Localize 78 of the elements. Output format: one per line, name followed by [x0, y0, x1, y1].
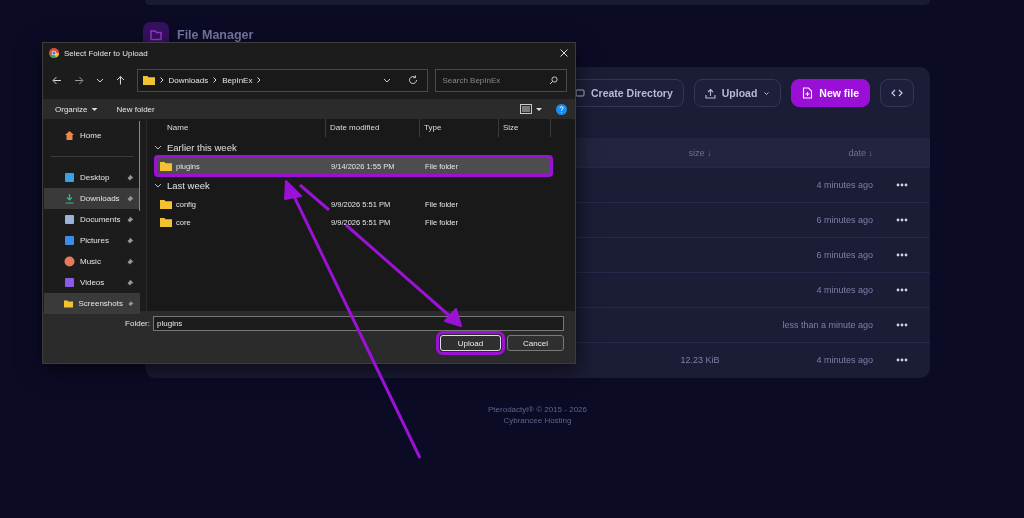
chevron-icon	[154, 144, 162, 150]
more-icon[interactable]	[895, 253, 908, 257]
dialog-button[interactable]: Cancel	[507, 335, 564, 351]
browser-logo-icon	[49, 48, 59, 58]
pin-icon	[127, 195, 134, 202]
caret-icon	[763, 89, 771, 97]
nav-item[interactable]: Screenshots	[44, 293, 140, 314]
more-icon[interactable]	[895, 183, 908, 187]
pin-icon	[127, 279, 134, 286]
nav-item[interactable]: Home	[44, 125, 140, 146]
folder-label: Folder:	[125, 319, 150, 328]
refresh-icon[interactable]	[408, 75, 419, 85]
file-size: 12.23 KiB	[680, 355, 720, 365]
chevron-down-icon[interactable]	[383, 77, 392, 83]
pin-icon	[127, 237, 134, 244]
back-icon[interactable]	[52, 75, 62, 85]
file-date: 6 minutes ago	[816, 215, 873, 225]
chevron-right-icon	[213, 77, 218, 83]
breadcrumb-item[interactable]: BepInEx	[222, 75, 253, 85]
more-icon[interactable]	[895, 288, 908, 292]
footer-text: Cybrancee Hosting	[503, 416, 572, 425]
help-icon[interactable]	[556, 103, 567, 115]
folder-icon	[160, 161, 172, 171]
pin-icon	[127, 258, 134, 265]
folder-icon	[160, 199, 172, 209]
folder-field[interactable]: plugins	[153, 316, 564, 331]
more-icon[interactable]	[895, 218, 908, 222]
footer-text: Pterodactyl® © 2015 - 2026	[488, 405, 587, 414]
folder-icon	[160, 217, 172, 227]
column-header[interactable]: Type	[420, 119, 499, 137]
new-file-button[interactable]: New file	[791, 79, 870, 107]
forward-icon[interactable]	[73, 75, 84, 85]
file-date: 4 minutes ago	[816, 285, 873, 295]
upload-button[interactable]: Upload	[693, 79, 782, 107]
upload-icon	[704, 87, 716, 99]
more-icon[interactable]	[895, 358, 908, 362]
nav-item[interactable]: Music	[44, 251, 140, 272]
nav-item[interactable]: Documents	[44, 209, 140, 230]
chevron-right-icon	[159, 77, 164, 83]
up-icon[interactable]	[115, 75, 125, 85]
pin-icon	[127, 174, 134, 181]
search-field[interactable]: Search BepInEx	[435, 68, 567, 92]
column-header[interactable]: Name	[163, 119, 326, 137]
code-button[interactable]	[880, 79, 914, 107]
group-header[interactable]: Earlier this week	[148, 137, 575, 157]
file-date: 4 minutes ago	[816, 355, 873, 365]
search-icon	[549, 75, 558, 85]
folder-icon	[142, 75, 155, 85]
close-icon[interactable]	[560, 49, 568, 57]
chevron-right-icon	[257, 77, 262, 83]
nav-item[interactable]: Videos	[44, 272, 140, 293]
file-plus-icon	[802, 87, 814, 99]
caret-icon	[91, 106, 99, 112]
command-button[interactable]: Organize	[53, 104, 101, 114]
pin-icon	[127, 300, 134, 307]
command-button[interactable]: New folder	[114, 104, 157, 114]
file-date: less than a minute ago	[782, 320, 873, 330]
nav-item[interactable]: Desktop	[44, 167, 140, 188]
dialog-title: Select Folder to Upload	[64, 48, 148, 58]
code-icon	[891, 89, 903, 97]
pin-icon	[127, 216, 134, 223]
file-date: 4 minutes ago	[816, 180, 873, 190]
more-icon[interactable]	[895, 323, 908, 327]
column-header[interactable]: Size	[499, 119, 551, 137]
group-header[interactable]: Last week	[148, 175, 575, 195]
view-options-icon[interactable]	[520, 104, 542, 114]
nav-item[interactable]: Pictures	[44, 230, 140, 251]
column-header[interactable]: Date modified	[326, 119, 420, 137]
chevron-icon	[154, 182, 162, 188]
file-date: 6 minutes ago	[816, 250, 873, 260]
nav-item[interactable]: Downloads	[44, 188, 140, 209]
downloads-icon	[64, 193, 75, 204]
folder-icon	[64, 298, 74, 309]
chevron-down-icon[interactable]	[95, 77, 104, 83]
page-title: File Manager	[177, 28, 254, 42]
home-icon	[64, 130, 75, 141]
breadcrumb-item[interactable]: Downloads	[168, 75, 209, 85]
address-bar[interactable]: Downloads BepInEx	[136, 68, 429, 92]
